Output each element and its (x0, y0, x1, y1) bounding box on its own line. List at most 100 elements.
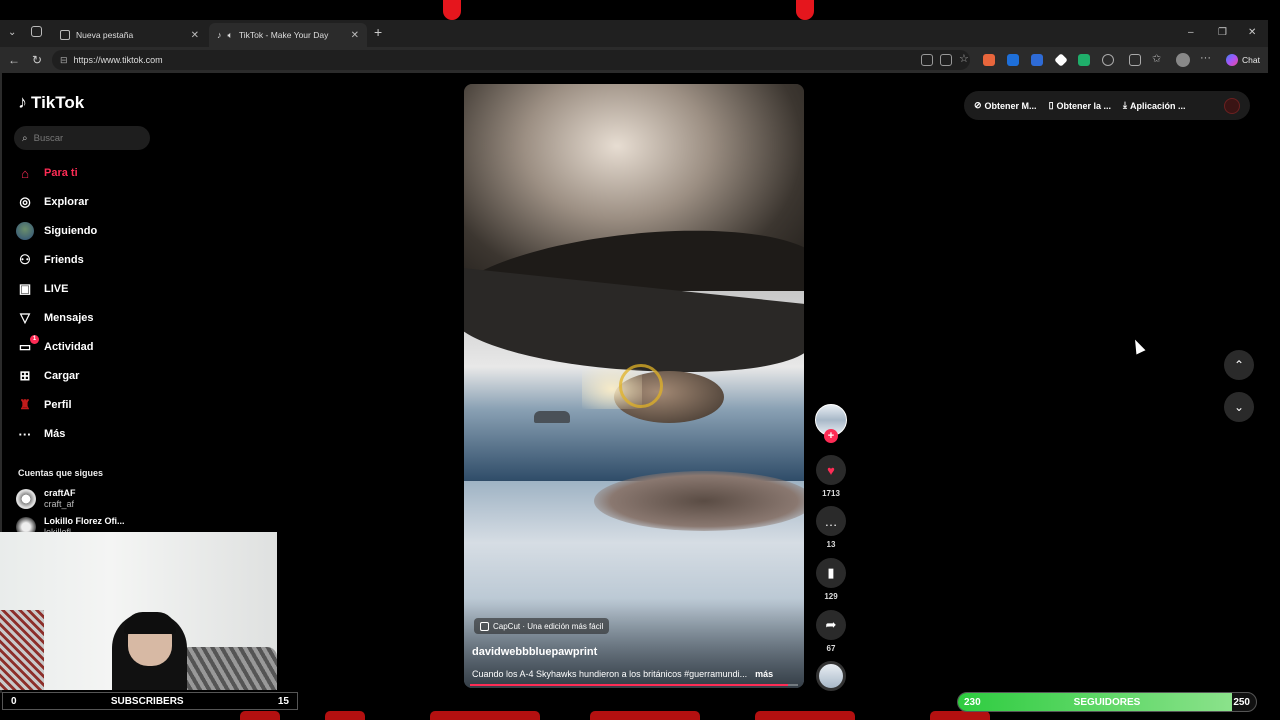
next-video-button[interactable]: ⌄ (1224, 392, 1254, 422)
video-frame-middle (464, 267, 804, 481)
heart-icon[interactable]: ♥ (816, 455, 846, 485)
comment-count: 13 (826, 540, 836, 549)
nav-label: Cargar (44, 370, 80, 382)
profile-avatar[interactable] (1224, 97, 1240, 114)
share-arrow-icon[interactable]: ➦ (816, 610, 846, 640)
previous-video-button[interactable]: ⌃ (1224, 350, 1254, 380)
bitwarden-extension-icon[interactable] (1007, 54, 1019, 66)
profile-avatar-icon[interactable] (1176, 53, 1190, 67)
subscribers-goal-bar: 0 SUBSCRIBERS 15 (2, 692, 298, 710)
site-info-icon[interactable]: ⊟ (60, 55, 68, 66)
nav-label: Perfil (44, 399, 72, 411)
minimize-icon[interactable]: – (1188, 27, 1194, 38)
get-coins-button[interactable]: ⊘ Obtener M... (974, 100, 1037, 111)
url-text: https://www.tiktok.com (73, 55, 163, 65)
close-window-icon[interactable]: ✕ (1248, 27, 1256, 38)
nav-item-mas[interactable]: ··· Más (16, 423, 66, 445)
nav-item-perfil[interactable]: ♜ Perfil (16, 394, 72, 416)
nav-item-para-ti[interactable]: ⌂ Para ti (16, 162, 78, 184)
workspaces-icon[interactable] (31, 26, 42, 37)
nav-item-live[interactable]: ▣ LIVE (16, 278, 69, 300)
overlay-red-mark (796, 0, 814, 20)
search-input[interactable]: ⌕ Buscar (14, 126, 150, 150)
nav-label: LIVE (44, 283, 69, 295)
video-progress-bar[interactable] (470, 684, 798, 686)
tiktok-note-icon: ♪ (18, 92, 27, 112)
new-tab-plus-icon[interactable]: + (374, 24, 382, 40)
capcut-tag[interactable]: CapCut · Una edición más fácil (474, 618, 610, 634)
video-frame-top (464, 84, 804, 344)
account-handle: craft_af (44, 499, 75, 509)
close-icon[interactable]: ✕ (351, 30, 359, 41)
tab-list-chevron-icon[interactable]: ⌄ (8, 27, 16, 38)
desktop-app-button[interactable]: ⤓ Aplicación ... (1123, 100, 1186, 111)
app-available-icon[interactable] (921, 54, 933, 66)
subs-goal: 15 (277, 695, 289, 707)
overlay-red-shape (430, 711, 540, 720)
extensions-puzzle-icon[interactable] (1102, 54, 1114, 66)
bookmark-icon[interactable]: ▮ (816, 558, 846, 588)
capcut-icon (480, 621, 489, 631)
webcam-shelf (0, 610, 44, 690)
music-disc[interactable] (816, 661, 846, 691)
tab-new-tab[interactable]: Nueva pestaña ✕ (52, 23, 207, 47)
following-account-item[interactable]: craftAF craft_af (16, 488, 76, 510)
extension-green-icon[interactable] (1078, 54, 1090, 66)
copilot-chat-button[interactable]: Chat (1220, 52, 1266, 68)
overlay-red-shape (930, 711, 990, 720)
save-action[interactable]: ▮ 129 (815, 558, 847, 601)
nav-label: Más (44, 428, 66, 440)
tab-tiktok[interactable]: ♪ 🔈︎ TikTok - Make Your Day ✕ (209, 23, 367, 47)
caption-more-link[interactable]: más (755, 669, 773, 679)
favorites-icon[interactable]: ✩ (1152, 52, 1161, 65)
reload-icon[interactable]: ↻ (32, 53, 42, 67)
close-icon[interactable]: ✕ (191, 30, 199, 41)
share-action[interactable]: ➦ 67 (815, 610, 847, 653)
overlay-red-mark (443, 0, 461, 20)
avatar (16, 489, 36, 509)
restore-icon[interactable]: ❐ (1218, 27, 1227, 38)
logo-text: TikTok (31, 92, 85, 112)
tiktok-logo[interactable]: ♪ TikTok (18, 92, 84, 113)
nav-item-mensajes[interactable]: ▽ Mensajes (16, 307, 94, 329)
metamask-extension-icon[interactable] (983, 54, 995, 66)
activity-icon: ▭ 1 (16, 335, 39, 355)
chat-label: Chat (1242, 55, 1260, 65)
capcut-label: CapCut · Una edición más fácil (493, 621, 604, 631)
subs-label: SUBSCRIBERS (110, 695, 184, 707)
nav-label: Actividad (44, 341, 94, 353)
nav-item-cargar[interactable]: ⊞ Cargar (16, 365, 80, 387)
home-icon: ⌂ (21, 165, 29, 181)
video-author[interactable]: davidwebbbluepawprint (472, 646, 597, 658)
video-player[interactable]: CapCut · Una edición más fácil davidwebb… (464, 84, 804, 688)
get-app-button[interactable]: ▯ Obtener la ... (1049, 100, 1111, 111)
chevron-down-icon: ⌄ (1233, 400, 1245, 414)
nav-item-explorar[interactable]: ◎ Explorar (16, 191, 88, 213)
coin-icon: ⊘ (974, 100, 982, 110)
get-coins-label: Obtener M... (984, 100, 1037, 111)
followers-start: 230 (964, 696, 981, 708)
nav-item-friends[interactable]: ⚇ Friends (16, 249, 84, 271)
url-field[interactable]: ⊟ https://www.tiktok.com (52, 50, 970, 70)
messages-icon: ▽ (20, 310, 30, 325)
phone-icon: ▯ (1048, 100, 1054, 110)
menu-dots-icon[interactable]: ··· (1200, 52, 1211, 64)
desktop-app-label: Aplicación ... (1130, 100, 1186, 111)
translate-icon[interactable] (940, 54, 952, 66)
extension-diamond-icon[interactable] (1054, 53, 1068, 67)
follow-plus-button[interactable]: + (824, 429, 838, 443)
like-action[interactable]: ♥ 1713 (815, 455, 847, 498)
speaker-icon[interactable]: 🔈︎ (228, 30, 233, 41)
nav-label: Para ti (44, 167, 78, 179)
favorite-star-icon[interactable]: ☆ (959, 52, 969, 65)
comment-icon[interactable]: … (816, 506, 846, 536)
download-icon: ⤓ (1123, 100, 1128, 110)
tab-label: TikTok - Make Your Day (238, 30, 329, 40)
back-arrow-icon[interactable]: ← (8, 53, 20, 67)
nav-item-siguiendo[interactable]: Siguiendo (16, 220, 97, 242)
extension-icon[interactable] (1031, 54, 1043, 66)
settings-icon[interactable] (1129, 54, 1141, 66)
nav-item-actividad[interactable]: ▭ 1 Actividad (16, 335, 94, 358)
overlay-red-shape (240, 711, 280, 720)
comment-action[interactable]: … 13 (815, 506, 847, 549)
